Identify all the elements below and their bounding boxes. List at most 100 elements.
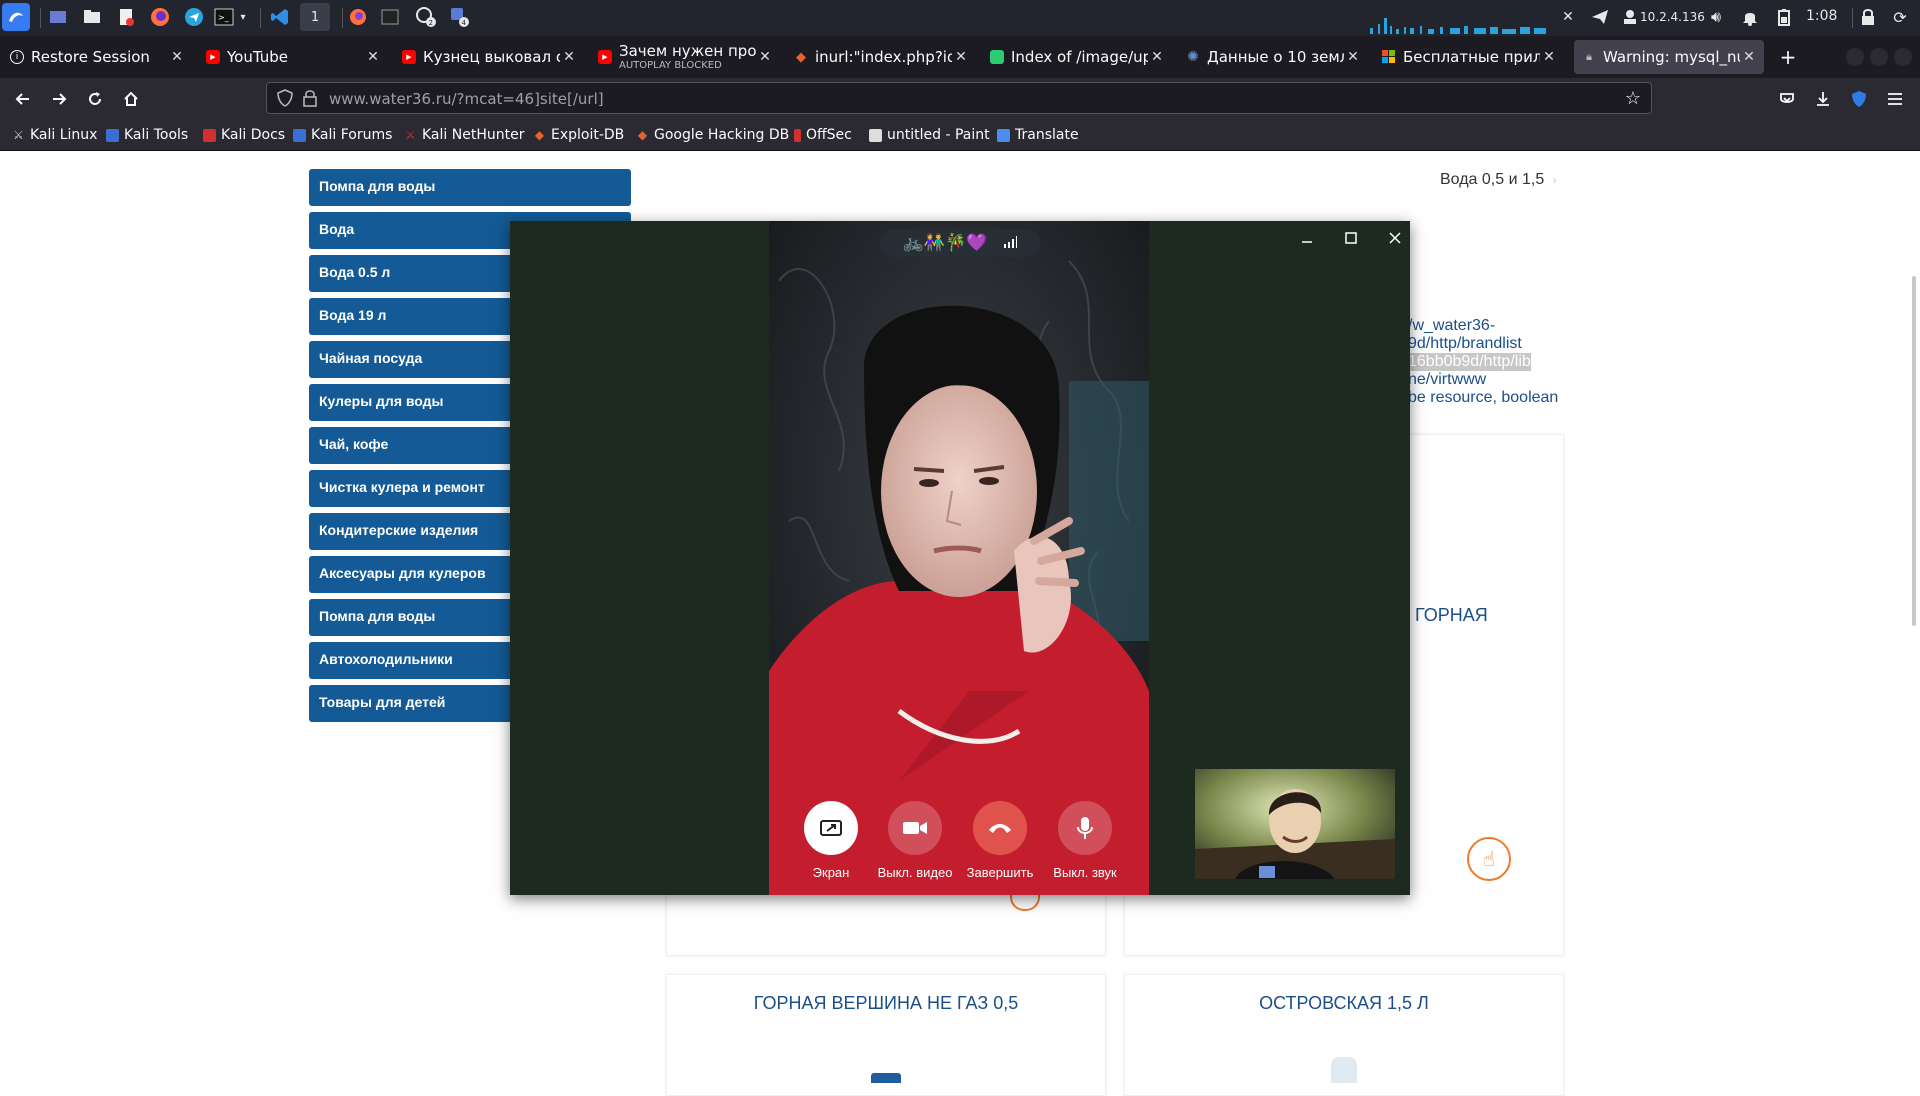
bookmark-untitled-paint[interactable]: untitled - Paint (869, 125, 990, 145)
volume-icon[interactable]: 🔊︎ (1704, 5, 1728, 29)
downloads-icon[interactable] (1808, 84, 1838, 114)
notification-count-icon[interactable]: 4 (448, 5, 472, 29)
close-icon[interactable]: ✕ (1344, 49, 1362, 65)
terminal-icon[interactable]: >_ (212, 5, 236, 29)
extension-shield-icon[interactable] (1844, 84, 1874, 114)
tab-free-apps[interactable]: Бесплатные прилож ✕ (1374, 40, 1564, 74)
product-title[interactable]: ГОРНАЯ (1415, 605, 1563, 626)
close-icon[interactable]: ✕ (1740, 49, 1758, 65)
tab-earthquakes[interactable]: ✺ Данные о 10 землетр ✕ (1178, 40, 1368, 74)
bookmark-kali-tools[interactable]: Kali Tools (106, 125, 188, 145)
sidebar-item[interactable]: Помпа для воды (309, 169, 631, 206)
bottle-image (1331, 1057, 1357, 1083)
clock[interactable]: 1:08 (1806, 8, 1837, 24)
logout-icon[interactable]: ⟳ (1888, 5, 1912, 29)
battery-icon[interactable] (1772, 5, 1796, 29)
tab-restore-session[interactable]: i Restore Session ✕ (2, 40, 192, 74)
emoji-reactions[interactable]: 🚲👫🎋💜 (903, 233, 988, 253)
home-button[interactable] (116, 84, 146, 114)
window-maximize-button[interactable] (1870, 48, 1888, 66)
lock-screen-icon[interactable] (1856, 5, 1880, 29)
text-editor-icon[interactable] (114, 5, 138, 29)
product-card[interactable]: ОСТРОВСКАЯ 1,5 Л (1124, 974, 1564, 1096)
tab-warning-mysql[interactable]: 🔒︎ Warning: mysql_num ✕ (1574, 40, 1764, 74)
bookmark-offsec[interactable]: OffSec (794, 125, 852, 145)
page-scrollbar[interactable] (1912, 276, 1916, 626)
back-button[interactable] (8, 84, 38, 114)
tracking-shield-icon[interactable] (277, 89, 293, 111)
firefox-icon[interactable] (148, 5, 172, 29)
lock-icon[interactable] (303, 89, 317, 111)
call-close-button[interactable] (1380, 225, 1410, 251)
breadcrumb-item[interactable]: Вода 0,5 и 1,5 (1440, 171, 1544, 188)
network-icon[interactable]: 2 (414, 5, 438, 29)
pocket-icon[interactable] (1772, 84, 1802, 114)
screen-share-button[interactable]: Экран (789, 801, 873, 880)
workspace-switcher-icon[interactable] (46, 5, 70, 29)
notification-bell-icon[interactable] (1738, 5, 1762, 29)
bookmark-translate[interactable]: Translate (997, 125, 1079, 145)
address-bar[interactable]: www.water36.ru/?mcat=46]site[/url] ☆ (266, 82, 1652, 114)
reload-button[interactable] (80, 84, 110, 114)
info-icon: i (10, 50, 24, 64)
toggle-mute-button[interactable]: Выкл. звук (1043, 801, 1127, 880)
call-maximize-button[interactable] (1336, 225, 1366, 251)
kali-menu-icon[interactable] (2, 3, 30, 31)
forward-button[interactable] (44, 84, 74, 114)
tab-index-of[interactable]: Index of /image/uplo ✕ (982, 40, 1172, 74)
toggle-video-button[interactable]: Выкл. видео (873, 801, 957, 880)
close-icon[interactable]: ✕ (168, 49, 186, 65)
youtube-icon: ▶ (598, 50, 612, 64)
bookmark-label: Kali Linux (30, 127, 98, 143)
window-close-button[interactable] (1894, 48, 1912, 66)
window-minimize-button[interactable] (1846, 48, 1864, 66)
telegram-tray-icon[interactable] (1588, 5, 1612, 29)
terminal-window-icon[interactable] (378, 5, 402, 29)
tab-youtube-video-1[interactable]: ▶ Кузнец выковал супе ✕ (394, 40, 584, 74)
screen-share-icon (804, 801, 858, 855)
close-icon[interactable]: ✕ (952, 49, 970, 65)
bookmark-google-hacking-db[interactable]: ◆ Google Hacking DB (636, 125, 789, 145)
tab-title: Данные о 10 землетр (1207, 48, 1344, 66)
network-badge: 2 (429, 19, 433, 27)
tab-youtube[interactable]: ▶ YouTube ✕ (198, 40, 388, 74)
bookmark-exploit-db[interactable]: ◆ Exploit-DB (533, 125, 624, 145)
bookmark-kali-forums[interactable]: Kali Forums (293, 125, 392, 145)
close-icon[interactable]: ✕ (560, 49, 578, 65)
bookmark-star-icon[interactable]: ☆ (1625, 88, 1641, 109)
telegram-icon[interactable] (182, 5, 206, 29)
workspace-1[interactable]: 1 (300, 3, 330, 31)
self-video-preview[interactable] (1195, 769, 1395, 879)
bookmark-kali-linux[interactable]: ⚔ Kali Linux (12, 125, 97, 145)
product-title[interactable]: ГОРНАЯ ВЕРШИНА НЕ ГАЗ 0,5 (667, 993, 1105, 1014)
product-card[interactable]: ГОРНАЯ ВЕРШИНА НЕ ГАЗ 0,5 (666, 974, 1106, 1096)
bookmark-kali-docs[interactable]: Kali Docs (203, 125, 285, 145)
vpn-person-icon[interactable] (1618, 5, 1642, 29)
close-icon[interactable]: ✕ (756, 49, 774, 65)
file-icon (990, 50, 1004, 64)
system-panel: >_ ▾ 1 2 4 ✕ 10.2.4.136 🔊︎ 1:08 ⟳ (0, 0, 1920, 36)
error-line: 16bb0b9d/http/lib (1408, 353, 1531, 371)
ip-address: 10.2.4.136 (1640, 10, 1705, 24)
firefox-window-icon[interactable] (346, 5, 370, 29)
hamburger-menu-icon[interactable] (1880, 84, 1910, 114)
end-call-button[interactable]: Завершить (958, 801, 1042, 880)
tab-exploit-db-search[interactable]: ◆ inurl:"index.php?id=" ✕ (786, 40, 976, 74)
close-icon[interactable]: ✕ (1148, 49, 1166, 65)
bookmark-label: OffSec (806, 127, 852, 143)
bookmark-label: untitled - Paint (887, 127, 990, 143)
tab-youtube-video-2[interactable]: ▶ Зачем нужен противAUTOPLAY BLOCKED ✕ (590, 40, 780, 74)
close-icon[interactable]: ✕ (1540, 49, 1558, 65)
bookmark-kali-nethunter[interactable]: ⚔ Kali NetHunter (404, 125, 524, 145)
url-text[interactable]: www.water36.ru/?mcat=46]site[/url] (329, 90, 604, 108)
order-hand-icon[interactable]: ☝ (1467, 837, 1511, 881)
call-minimize-button[interactable] (1292, 225, 1322, 251)
chevron-down-icon[interactable]: ▾ (236, 5, 250, 29)
file-manager-icon[interactable] (80, 5, 104, 29)
product-title[interactable]: ОСТРОВСКАЯ 1,5 Л (1125, 993, 1563, 1014)
kali-undercover-icon[interactable]: ✕ (1556, 5, 1580, 29)
php-error-message: /w_water36- 9d/http/brandlist 16bb0b9d/h… (1408, 317, 1558, 407)
close-icon[interactable]: ✕ (364, 49, 382, 65)
vscode-icon[interactable] (268, 5, 292, 29)
new-tab-button[interactable]: + (1774, 40, 1802, 74)
